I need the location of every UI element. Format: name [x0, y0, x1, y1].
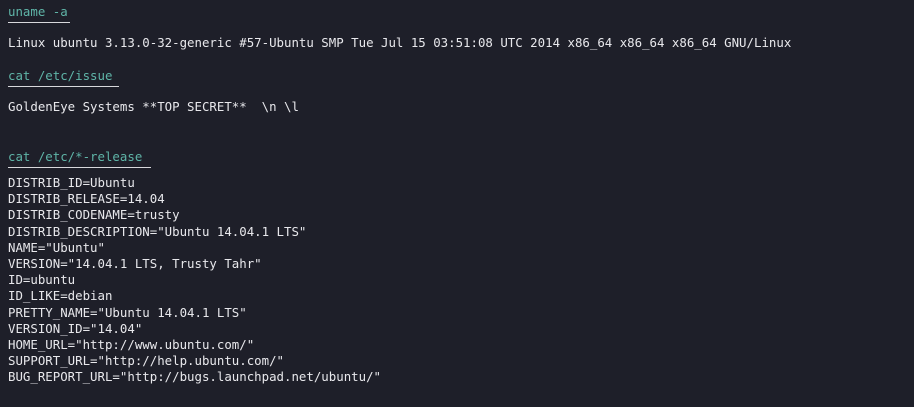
- command-block-uname: uname -a Linux ubuntu 3.13.0-32-generic …: [8, 4, 791, 51]
- command-line: uname -a: [8, 4, 68, 19]
- command-underline: [8, 167, 151, 168]
- command-line: cat /etc/*-release: [8, 149, 143, 164]
- command-output: Linux ubuntu 3.13.0-32-generic #57-Ubunt…: [8, 35, 792, 50]
- command-block-issue: cat /etc/issue GoldenEye Systems **TOP S…: [8, 68, 299, 115]
- command-output: GoldenEye Systems **TOP SECRET** \n \l: [8, 99, 299, 114]
- command-line: cat /etc/issue: [8, 68, 113, 83]
- command-underline: [8, 22, 70, 23]
- terminal-output: uname -a Linux ubuntu 3.13.0-32-generic …: [0, 0, 914, 407]
- command-block-release: cat /etc/*-release DISTRIB_ID=Ubuntu DIS…: [8, 149, 381, 386]
- command-output: DISTRIB_ID=Ubuntu DISTRIB_RELEASE=14.04 …: [8, 175, 381, 385]
- command-underline: [8, 86, 119, 87]
